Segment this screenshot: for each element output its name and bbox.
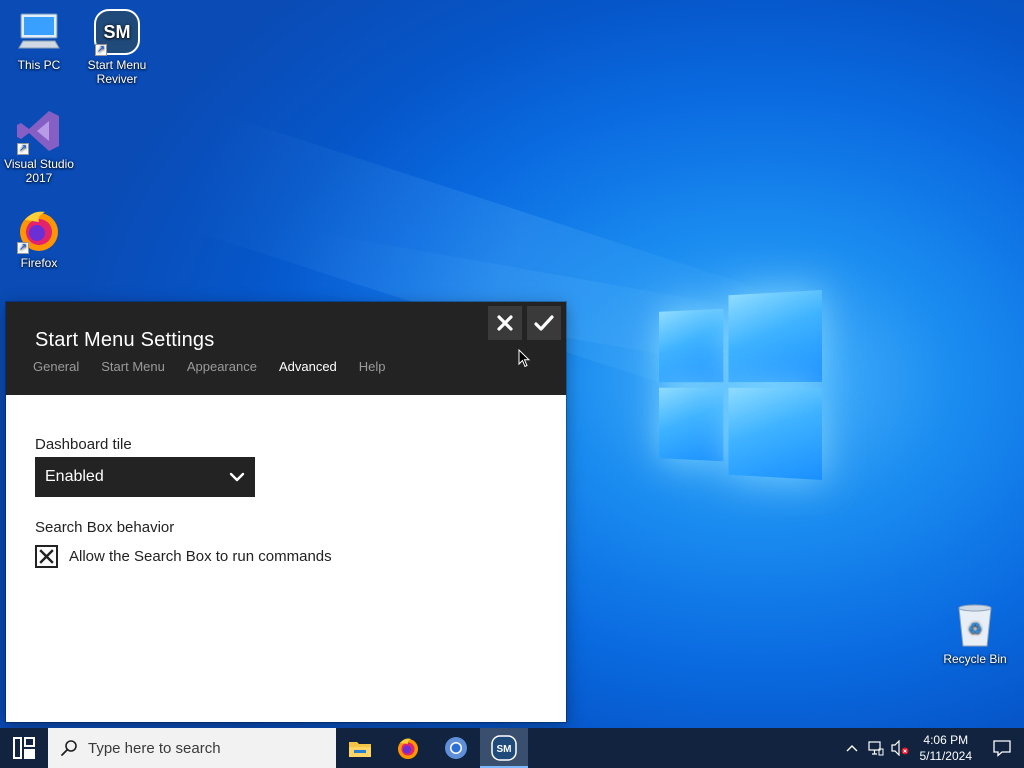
desktop-icon-this-pc[interactable]: This PC [0, 8, 78, 72]
desktop-icon-label: Visual Studio 2017 [4, 157, 74, 185]
clock-time: 4:06 PM [923, 733, 969, 747]
computer-icon [15, 8, 63, 56]
taskbar-chrome[interactable] [432, 728, 480, 768]
visual-studio-icon: ↗ [15, 107, 63, 155]
firefox-icon: ↗ [15, 206, 63, 254]
svg-text:♻: ♻ [968, 619, 982, 638]
desktop-icon-start-menu-reviver[interactable]: SM ↗ Start Menu Reviver [78, 8, 156, 86]
taskbar-file-explorer[interactable] [336, 728, 384, 768]
file-explorer-icon [349, 742, 371, 757]
checkbox-x-icon [39, 549, 54, 564]
dashboard-tile-select[interactable]: Enabled [35, 457, 255, 497]
start-menu-reviver-icon: SM [491, 735, 517, 761]
dashboard-tile-value: Enabled [45, 468, 104, 485]
allow-search-commands-option[interactable]: Allow the Search Box to run commands [35, 545, 537, 568]
start-menu-reviver-icon: SM ↗ [93, 8, 141, 56]
svg-text:SM: SM [104, 22, 131, 42]
taskbar-search-box[interactable]: Type here to search [48, 728, 336, 768]
dashboard-tile-label: Dashboard tile [35, 436, 132, 453]
start-menu-reviver-start-icon [13, 737, 35, 759]
search-icon [61, 740, 77, 756]
allow-search-commands-label: Allow the Search Box to run commands [69, 548, 332, 565]
dialog-body: Dashboard tile Enabled Search Box behavi… [6, 395, 566, 609]
chevron-up-icon [846, 745, 857, 752]
search-placeholder: Type here to search [88, 739, 221, 757]
system-tray: 4:06 PM 5/11/2024 [840, 728, 1024, 768]
shortcut-arrow-icon: ↗ [17, 242, 29, 254]
tab-start-menu[interactable]: Start Menu [101, 359, 165, 374]
tab-appearance[interactable]: Appearance [187, 359, 257, 374]
chevron-down-icon [229, 472, 245, 482]
start-button[interactable] [0, 728, 48, 768]
desktop-icon-label: Start Menu Reviver [87, 58, 147, 86]
taskbar-clock[interactable]: 4:06 PM 5/11/2024 [912, 732, 981, 764]
shortcut-arrow-icon: ↗ [95, 44, 107, 56]
mouse-cursor-icon [518, 349, 530, 368]
dialog-title: Start Menu Settings [35, 329, 215, 351]
confirm-button[interactable] [527, 306, 561, 340]
show-hidden-icons-button[interactable] [840, 728, 864, 768]
tab-general[interactable]: General [33, 359, 79, 374]
dialog-header: Start Menu Settings General Start Menu A… [6, 302, 566, 395]
firefox-icon [398, 738, 418, 759]
clock-date: 5/11/2024 [919, 749, 973, 763]
desktop-icon-firefox[interactable]: ↗ Firefox [0, 206, 78, 270]
allow-search-commands-checkbox[interactable] [35, 545, 58, 568]
close-icon [497, 315, 513, 331]
desktop-icon-visual-studio[interactable]: ↗ Visual Studio 2017 [0, 107, 78, 185]
tab-advanced[interactable]: Advanced [279, 359, 337, 374]
desktop-icon-recycle-bin[interactable]: ♻ Recycle Bin [936, 602, 1014, 666]
network-button[interactable] [864, 728, 888, 768]
start-menu-settings-dialog: Start Menu Settings General Start Menu A… [6, 302, 566, 722]
desktop-icon-label: This PC [17, 58, 61, 72]
network-icon [867, 741, 883, 756]
desktop-icon-label: Firefox [20, 256, 58, 270]
recycle-bin-icon: ♻ [951, 602, 999, 650]
action-center-button[interactable] [980, 728, 1024, 768]
tab-help[interactable]: Help [359, 359, 386, 374]
check-icon [534, 315, 554, 331]
volume-button[interactable] [888, 728, 912, 768]
taskbar: Type here to search SM 4:06 PM 5/11/2024 [0, 728, 1024, 768]
shortcut-arrow-icon: ↗ [17, 143, 29, 155]
desktop-icon-label: Recycle Bin [943, 652, 1007, 666]
search-box-behavior-label: Search Box behavior [35, 519, 175, 536]
taskbar-start-menu-reviver[interactable]: SM [480, 728, 528, 768]
close-button[interactable] [488, 306, 522, 340]
taskbar-firefox[interactable] [384, 728, 432, 768]
dialog-tabs: General Start Menu Appearance Advanced H… [33, 359, 408, 374]
chrome-icon [445, 737, 467, 759]
svg-text:SM: SM [497, 744, 512, 755]
volume-muted-icon [890, 740, 908, 756]
windows-logo-wallpaper [658, 290, 822, 480]
notification-icon [993, 740, 1011, 757]
